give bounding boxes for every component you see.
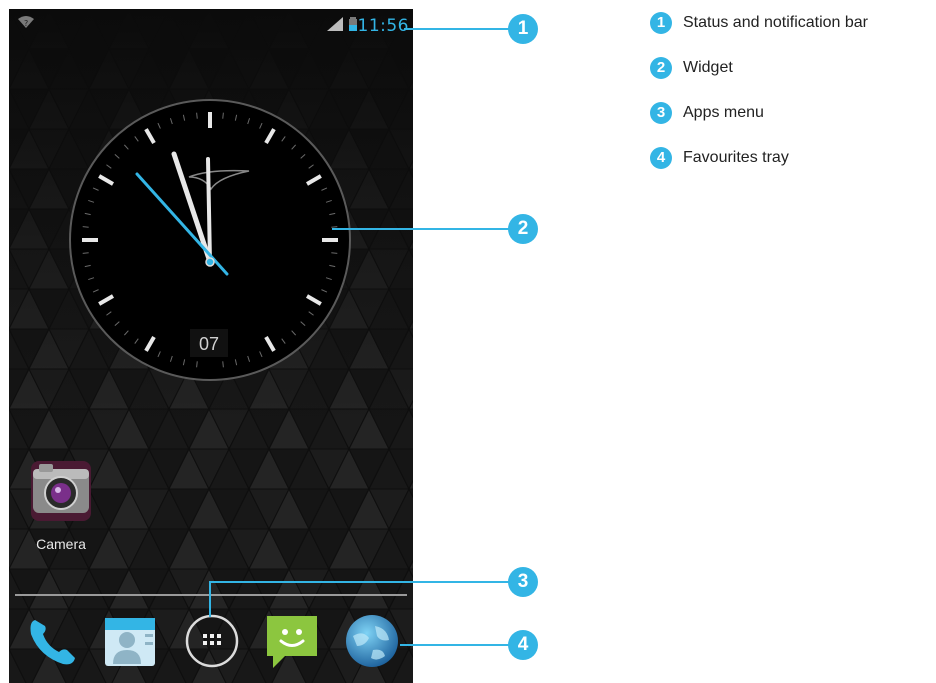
legend-label: Status and notification bar <box>683 14 869 31</box>
legend-badge: 2 <box>650 57 672 79</box>
callout-line-4 <box>400 644 514 646</box>
wifi-icon: ? <box>18 16 34 28</box>
legend-badge: 4 <box>650 147 672 169</box>
svg-text:?: ? <box>24 19 28 28</box>
callout-badge-3: 3 <box>508 567 538 597</box>
status-bar[interactable]: ? 11:56 <box>9 9 413 39</box>
callout-badge-2: 2 <box>508 214 538 244</box>
clock-minute-tick <box>82 226 89 228</box>
clock-minute-tick <box>222 112 224 119</box>
messaging-icon[interactable] <box>263 612 321 670</box>
clock-date: 07 <box>199 334 219 354</box>
callout-badge-1: 1 <box>508 14 538 44</box>
callout-line-3-vertical <box>209 581 211 617</box>
browser-icon[interactable] <box>343 612 401 670</box>
analog-clock-widget[interactable]: 07 <box>69 99 351 381</box>
clock-minute-tick <box>331 252 338 254</box>
callout-badge-4: 4 <box>508 630 538 660</box>
camera-icon <box>31 461 91 521</box>
signal-icon <box>327 17 343 31</box>
clock-minute-tick <box>196 112 198 119</box>
callout-line-2 <box>332 228 514 230</box>
contacts-icon[interactable] <box>101 612 159 670</box>
legend-label: Favourites tray <box>683 149 789 166</box>
battery-icon <box>349 17 357 31</box>
camera-app-label: Camera <box>36 536 86 552</box>
clock-minute-tick <box>222 361 224 368</box>
legend-label: Widget <box>683 59 733 76</box>
legend-label: Apps menu <box>683 104 764 121</box>
callout-line-3 <box>209 581 514 583</box>
apps-menu-icon[interactable] <box>183 612 241 670</box>
legend-badge: 3 <box>650 102 672 124</box>
clock-minute-hand <box>206 157 212 264</box>
clock-minute-tick <box>196 361 198 368</box>
camera-app-shortcut[interactable] <box>29 459 93 528</box>
clock-minute-tick <box>82 252 89 254</box>
dock-divider <box>15 594 407 596</box>
status-time: 11:56 <box>357 16 409 36</box>
phone-icon[interactable] <box>21 612 79 670</box>
legend-badge: 1 <box>650 12 672 34</box>
callout-line-1 <box>404 28 514 30</box>
